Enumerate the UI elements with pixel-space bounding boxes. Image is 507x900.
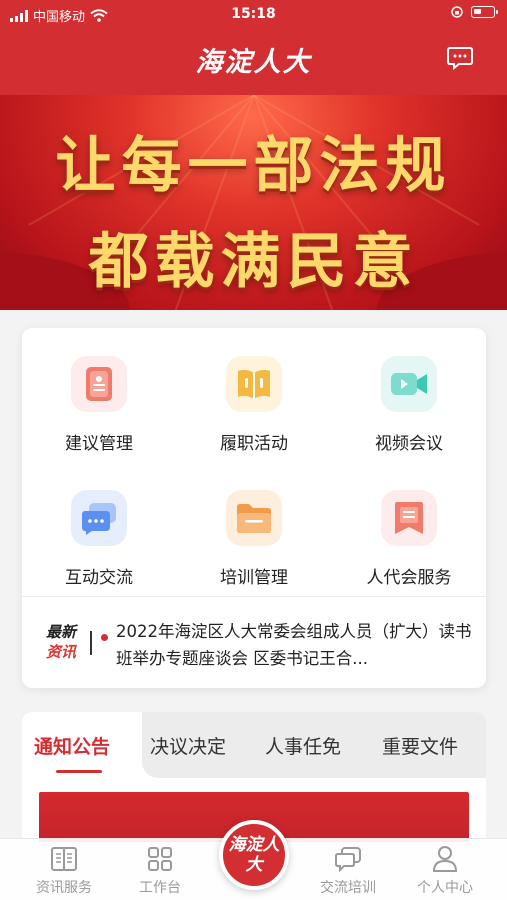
latest-news-tag: 最新 资讯 <box>38 622 84 662</box>
open-book-icon <box>226 356 282 412</box>
tab-notices[interactable]: 通知公告 <box>34 732 110 759</box>
chat-dots-icon <box>71 490 127 546</box>
feature-label: 建议管理 <box>65 434 133 454</box>
status-right <box>451 6 498 18</box>
folder-icon <box>226 490 282 546</box>
feature-label: 履职活动 <box>220 434 288 454</box>
tabbar-exchange-training[interactable]: 交流培训 <box>298 845 398 897</box>
chat-bubble-icon <box>447 47 473 71</box>
feature-proposal-management[interactable]: 建议管理 <box>22 356 176 476</box>
bookmark-document-icon <box>381 490 437 546</box>
tabbar-label: 工作台 <box>139 880 181 896</box>
feature-duty-activities[interactable]: 履职活动 <box>177 356 331 476</box>
bullet-dot-icon <box>101 634 108 641</box>
feature-label: 视频会议 <box>375 434 443 454</box>
tabbar-personal-center[interactable]: 个人中心 <box>395 845 495 897</box>
center-logo-button[interactable]: 海淀人大 <box>219 820 289 890</box>
tab-personnel[interactable]: 人事任免 <box>265 732 341 759</box>
feature-card: 建议管理 履职活动 视频会议 互动交流 培训管理 人代会服务 最新 资讯 202… <box>22 328 486 688</box>
status-bar: 中国移动 15:18 <box>0 0 507 28</box>
grid-icon <box>148 847 172 871</box>
message-button[interactable] <box>447 46 473 71</box>
app-header: 中国移动 15:18 海淀人大 <box>0 0 507 95</box>
banner-line-2: 都载满民意 <box>88 227 419 297</box>
video-camera-icon <box>381 356 437 412</box>
feature-label: 人代会服务 <box>366 568 452 588</box>
app-title: 海淀人大 <box>195 47 312 78</box>
book-icon <box>51 847 77 871</box>
tabbar-label: 交流培训 <box>320 880 376 896</box>
person-icon <box>432 846 458 872</box>
banner-line-1: 让每一部法规 <box>55 131 452 201</box>
feature-label: 互动交流 <box>65 568 133 588</box>
feature-interactive-exchange[interactable]: 互动交流 <box>22 490 176 610</box>
status-time: 15:18 <box>231 6 276 22</box>
orientation-lock-icon <box>451 6 463 18</box>
feature-label: 培训管理 <box>220 568 288 588</box>
feature-video-conference[interactable]: 视频会议 <box>332 356 486 476</box>
news-headline[interactable]: 2022年海淀区人大常委会组成人员（扩大）读书班举办专题座谈会 区委书记王合..… <box>116 618 476 672</box>
divider <box>22 596 486 597</box>
tabbar-workbench[interactable]: 工作台 <box>110 845 210 897</box>
feature-npc-session-service[interactable]: 人代会服务 <box>332 490 486 610</box>
tab-resolutions[interactable]: 决议决定 <box>150 732 226 759</box>
tabbar-label: 资讯服务 <box>36 880 92 896</box>
tab-important-documents[interactable]: 重要文件 <box>382 732 458 759</box>
document-seal-icon <box>71 356 127 412</box>
hero-banner[interactable]: 让每一部法规 都载满民意 <box>0 95 507 310</box>
news-tag-line-1: 最新 <box>45 623 76 641</box>
divider <box>90 631 92 655</box>
battery-icon <box>471 6 498 18</box>
news-tag-line-2: 资讯 <box>45 643 76 661</box>
tabbar-news-service[interactable]: 资讯服务 <box>14 845 114 897</box>
tabbar-label: 个人中心 <box>417 880 473 896</box>
active-tab-indicator <box>56 770 102 773</box>
feature-training-management[interactable]: 培训管理 <box>177 490 331 610</box>
chat-icon <box>335 847 361 872</box>
